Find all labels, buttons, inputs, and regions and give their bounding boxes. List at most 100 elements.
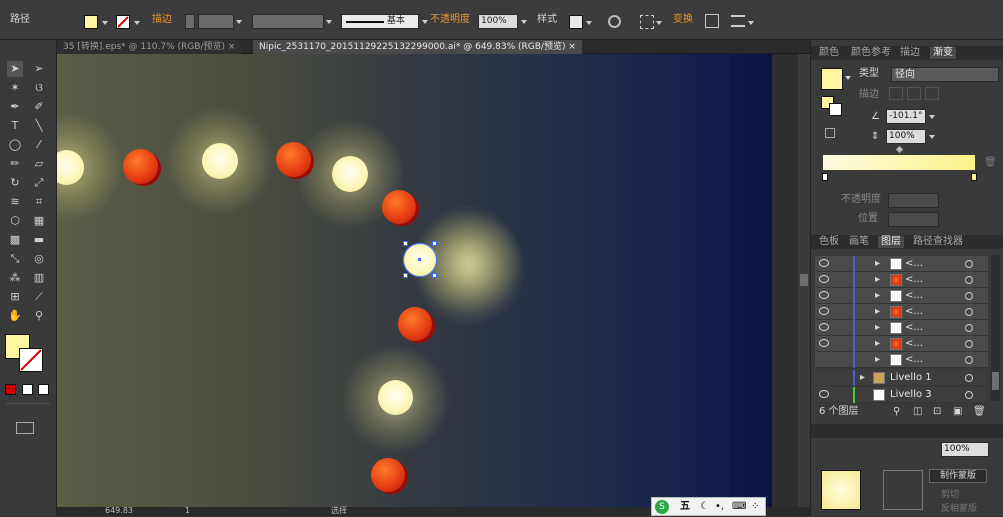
selection-handle[interactable] xyxy=(403,241,408,246)
tab-gradient[interactable]: 渐变 xyxy=(930,47,956,59)
reverse-gradient-icon[interactable] xyxy=(825,128,835,138)
target-circle-icon[interactable] xyxy=(965,340,973,348)
layer-name[interactable]: <... xyxy=(905,354,923,366)
eraser-icon[interactable]: ▱ xyxy=(31,156,47,172)
stop-opacity-field[interactable] xyxy=(888,193,939,208)
lasso-icon[interactable]: ଓ xyxy=(31,80,47,96)
expand-triangle-icon[interactable]: ▸ xyxy=(875,290,880,302)
layers-scroll-thumb[interactable] xyxy=(992,372,999,390)
close-icon[interactable]: × xyxy=(568,42,576,52)
angle-field[interactable]: -101.1° xyxy=(886,109,926,124)
layer-row-livello-3[interactable]: Livello 3 xyxy=(815,387,988,403)
hand-tool-icon[interactable]: ✋ xyxy=(7,308,23,324)
object-thumbnail[interactable] xyxy=(821,470,861,510)
expand-triangle-icon[interactable]: ▸ xyxy=(875,258,880,270)
arrange-dropdown-icon[interactable] xyxy=(748,21,754,25)
layer-row[interactable]: ▸ <... xyxy=(815,320,988,336)
red-orb[interactable] xyxy=(123,149,158,184)
stroke-gradient-icon[interactable] xyxy=(889,87,903,100)
pencil-icon[interactable]: ✏ xyxy=(7,156,23,172)
vertical-scrollbar[interactable] xyxy=(772,54,810,507)
blend-icon[interactable]: ◎ xyxy=(31,251,47,267)
visibility-eye-icon[interactable] xyxy=(819,275,829,283)
target-circle-icon[interactable] xyxy=(965,356,973,364)
tab-pathfinder[interactable]: 路径查找器 xyxy=(913,236,963,248)
fill-dropdown-icon[interactable] xyxy=(102,21,108,25)
visibility-eye-icon[interactable] xyxy=(819,390,829,398)
red-orb[interactable] xyxy=(398,307,432,341)
layer-row[interactable]: ▸ <... xyxy=(815,304,988,320)
brush-style-dropdown[interactable]: 基本 xyxy=(341,14,419,29)
tab-swatches[interactable]: 色板 xyxy=(819,236,839,248)
gradient-type-select[interactable]: 径向 xyxy=(891,67,999,82)
graphic-style-dropdown-icon[interactable] xyxy=(586,21,592,25)
warp-icon[interactable]: ≋ xyxy=(7,194,23,210)
selection-handle[interactable] xyxy=(432,241,437,246)
ellipse-tool-icon[interactable]: ◯ xyxy=(7,137,23,153)
target-circle-icon[interactable] xyxy=(965,374,973,382)
perspective-grid-icon[interactable]: ▦ xyxy=(31,213,47,229)
stroke-weight-field[interactable] xyxy=(198,14,234,29)
expand-triangle-icon[interactable]: ▸ xyxy=(875,274,880,286)
opacity-dropdown-icon[interactable] xyxy=(521,20,527,24)
tab-eps[interactable]: 35 [转换].eps* @ 110.7% (RGB/预览) × xyxy=(57,40,242,54)
layer-row-livello-1[interactable]: ▸ Livello 1 xyxy=(815,370,988,386)
symbol-sprayer-icon[interactable]: ⁂ xyxy=(7,270,23,286)
target-circle-icon[interactable] xyxy=(965,276,973,284)
brush-style-chevron-icon[interactable] xyxy=(422,20,428,24)
make-mask-button[interactable]: 制作蒙版 xyxy=(929,469,987,483)
align-dropdown-icon[interactable] xyxy=(656,21,662,25)
visibility-eye-icon[interactable] xyxy=(819,339,829,347)
visibility-eye-icon[interactable] xyxy=(819,259,829,267)
new-sublayer-icon[interactable]: ⊡ xyxy=(933,406,941,418)
gradient-preview-chevron-icon[interactable] xyxy=(845,76,851,80)
stroke-weight-stepper[interactable] xyxy=(185,14,195,29)
mesh-icon[interactable]: ▩ xyxy=(7,232,23,248)
moon-icon[interactable]: ☾ xyxy=(700,501,709,513)
target-circle-icon[interactable] xyxy=(965,292,973,300)
visibility-eye-icon[interactable] xyxy=(819,323,829,331)
opacity-field[interactable]: 100% xyxy=(478,14,518,29)
layer-row[interactable]: ▸ <... xyxy=(815,288,988,304)
clip-checkbox-label[interactable]: 剪切 xyxy=(941,489,959,501)
variable-width-chevron-icon[interactable] xyxy=(326,20,332,24)
layer-name[interactable]: <... xyxy=(905,306,923,318)
layer-row[interactable]: ▸ <... xyxy=(815,336,988,352)
stroke-gradient-icon[interactable] xyxy=(907,87,921,100)
type-tool-icon[interactable]: T xyxy=(7,118,23,134)
graphic-style-swatch[interactable] xyxy=(569,15,583,29)
color-mode-icon[interactable] xyxy=(5,384,16,395)
angle-dropdown-icon[interactable] xyxy=(929,115,935,119)
target-circle-icon[interactable] xyxy=(965,324,973,332)
expand-triangle-icon[interactable]: ▸ xyxy=(875,306,880,318)
gradient-tool-icon[interactable]: ▬ xyxy=(31,232,47,248)
aspect-dropdown-icon[interactable] xyxy=(929,135,935,139)
pen-tool-icon[interactable]: ✒ xyxy=(7,99,23,115)
tab-ai[interactable]: Nipic_2531170_20151129225132299000.ai* @… xyxy=(253,40,582,54)
layer-name[interactable]: <... xyxy=(905,322,923,334)
selection-handle[interactable] xyxy=(432,273,437,278)
stroke-mini-swatch[interactable] xyxy=(829,103,842,116)
delete-layer-icon[interactable]: 🗑 xyxy=(973,406,986,418)
tab-color[interactable]: 颜色 xyxy=(819,47,839,59)
curvature-tool-icon[interactable]: ✐ xyxy=(31,99,47,115)
paintbrush-icon[interactable]: ⁄ xyxy=(31,137,47,153)
layer-row[interactable]: ▸ <... xyxy=(815,272,988,288)
red-orb[interactable] xyxy=(382,190,416,224)
punctuation-icon[interactable]: •, xyxy=(715,501,724,513)
layer-name[interactable]: <... xyxy=(905,338,923,350)
free-transform-icon[interactable]: ⌗ xyxy=(31,194,47,210)
aspect-ratio-field[interactable]: 100% xyxy=(886,129,926,144)
expand-triangle-icon[interactable]: ▸ xyxy=(875,322,880,334)
stroke-gradient-icon[interactable] xyxy=(925,87,939,100)
midpoint-diamond[interactable] xyxy=(895,145,904,154)
line-tool-icon[interactable]: ╲ xyxy=(31,118,47,134)
make-clipping-mask-icon[interactable]: ◫ xyxy=(913,406,922,418)
gradient-stop[interactable] xyxy=(971,173,977,181)
stroke-color-box[interactable] xyxy=(19,348,43,372)
stroke-label[interactable]: 描边 xyxy=(152,14,172,26)
recolor-icon[interactable] xyxy=(608,15,621,28)
layer-name[interactable]: Livello 1 xyxy=(890,372,932,384)
screen-mode-icon[interactable] xyxy=(16,422,34,434)
target-circle-icon[interactable] xyxy=(965,308,973,316)
